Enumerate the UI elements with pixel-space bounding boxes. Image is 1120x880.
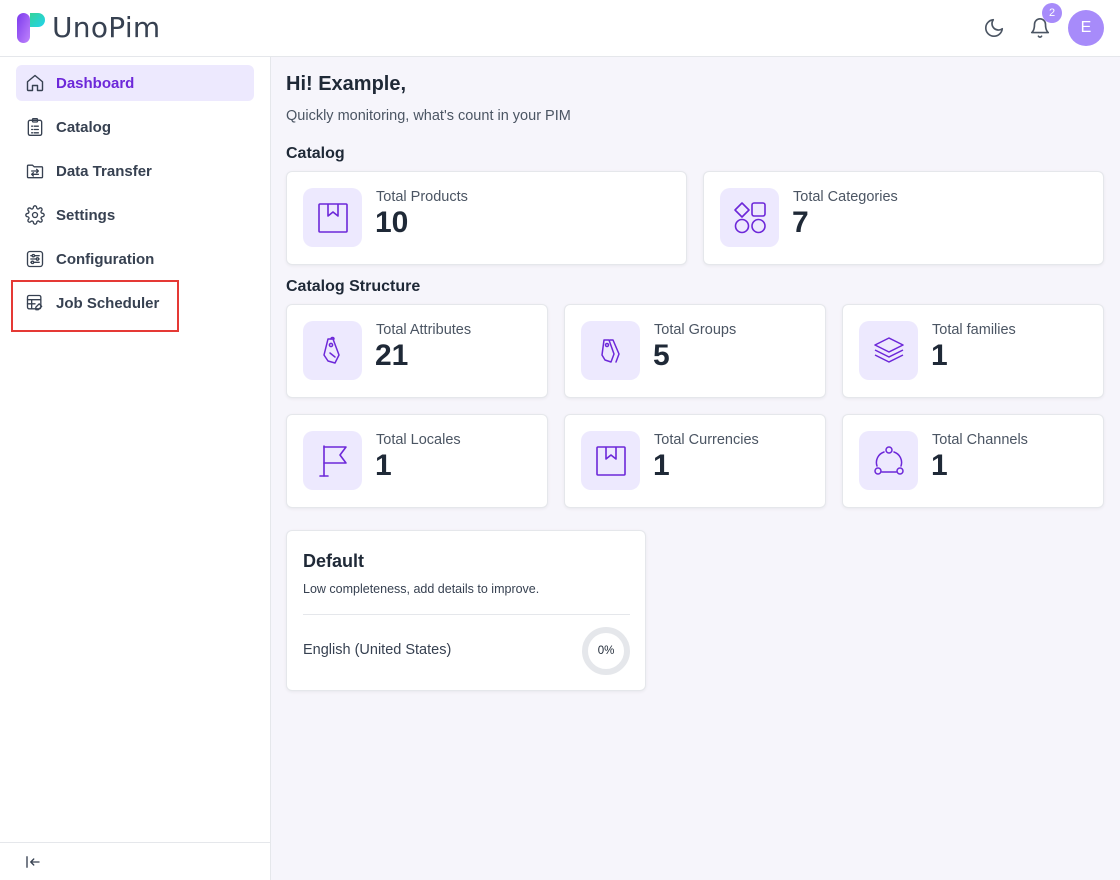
notification-badge: 2 — [1042, 3, 1062, 23]
sidebar-item-label: Settings — [56, 206, 116, 224]
sidebar: Dashboard Catalog Data Transfer Settings… — [0, 57, 271, 880]
divider — [303, 614, 630, 615]
channel-title: Default — [303, 551, 365, 571]
stat-value: 1 — [653, 449, 670, 482]
stat-card-total-categories[interactable]: Total Categories 7 — [703, 171, 1104, 265]
sidebar-item-label: Configuration — [56, 250, 155, 268]
completeness-percent: 0% — [597, 645, 615, 657]
completeness-message: Low completeness, add details to improve… — [303, 582, 540, 596]
layers-icon — [859, 321, 918, 380]
currency-icon — [581, 431, 640, 490]
highlight-box — [11, 280, 179, 332]
stat-label: Total Currencies — [654, 432, 759, 448]
stat-value: 21 — [375, 339, 409, 372]
stat-label: Total Products — [376, 189, 468, 205]
product-icon — [303, 188, 362, 247]
stat-value: 10 — [375, 206, 409, 239]
sidebar-item-settings[interactable]: Settings — [16, 197, 254, 233]
stat-value: 1 — [375, 449, 392, 482]
moon-icon — [984, 18, 1004, 38]
stat-value: 1 — [931, 339, 948, 372]
stat-value: 5 — [653, 339, 670, 372]
stat-card-total-channels[interactable]: Total Channels 1 — [842, 414, 1104, 508]
page-greeting: Hi! Example, — [286, 73, 407, 95]
sidebar-item-label: Dashboard — [56, 74, 135, 92]
brand-logo[interactable]: UnoPim — [16, 12, 161, 44]
user-avatar[interactable]: E — [1068, 10, 1104, 46]
catalog-section-title: Catalog — [286, 145, 345, 162]
sliders-icon — [24, 248, 46, 270]
locale-name: English (United States) — [303, 642, 452, 658]
sidebar-item-catalog[interactable]: Catalog — [16, 109, 254, 145]
sidebar-footer — [0, 842, 270, 880]
clipboard-list-icon — [24, 116, 46, 138]
sidebar-item-dashboard[interactable]: Dashboard — [16, 65, 254, 101]
home-icon — [24, 72, 46, 94]
sidebar-item-label: Catalog — [56, 118, 112, 136]
tags-icon — [581, 321, 640, 380]
flag-icon — [303, 431, 362, 490]
stat-value: 7 — [792, 206, 809, 239]
stat-card-total-groups[interactable]: Total Groups 5 — [564, 304, 826, 398]
categories-icon — [720, 188, 779, 247]
collapse-sidebar-button[interactable] — [22, 851, 44, 873]
stat-card-total-families[interactable]: Total families 1 — [842, 304, 1104, 398]
brand-name: UnoPim — [52, 11, 161, 44]
unopim-logo-icon — [17, 13, 45, 43]
sidebar-item-label: Data Transfer — [56, 162, 152, 180]
page-subtitle: Quickly monitoring, what's count in your… — [286, 108, 571, 124]
stat-label: Total Attributes — [376, 322, 472, 338]
stat-card-total-attributes[interactable]: Total Attributes 21 — [286, 304, 548, 398]
catalog-structure-section-title: Catalog Structure — [286, 278, 421, 295]
stat-value: 1 — [931, 449, 948, 482]
stat-label: Total Channels — [932, 432, 1028, 448]
stat-label: Total Locales — [376, 432, 461, 448]
stat-card-total-locales[interactable]: Total Locales 1 — [286, 414, 548, 508]
stat-card-total-currencies[interactable]: Total Currencies 1 — [564, 414, 826, 508]
stat-label: Total Categories — [793, 189, 898, 205]
channels-icon — [859, 431, 918, 490]
stat-card-total-products[interactable]: Total Products 10 — [286, 171, 687, 265]
top-header: UnoPim 2 E — [0, 0, 1120, 57]
stat-label: Total families — [932, 322, 1016, 338]
completeness-card: Default Low completeness, add details to… — [286, 530, 646, 691]
tag-icon — [303, 321, 362, 380]
sidebar-item-configuration[interactable]: Configuration — [16, 241, 254, 277]
dark-mode-toggle[interactable] — [980, 14, 1008, 42]
gear-icon — [24, 204, 46, 226]
stat-label: Total Groups — [654, 322, 737, 338]
collapse-left-icon — [26, 856, 40, 868]
folder-transfer-icon — [24, 160, 46, 182]
sidebar-item-data-transfer[interactable]: Data Transfer — [16, 153, 254, 189]
